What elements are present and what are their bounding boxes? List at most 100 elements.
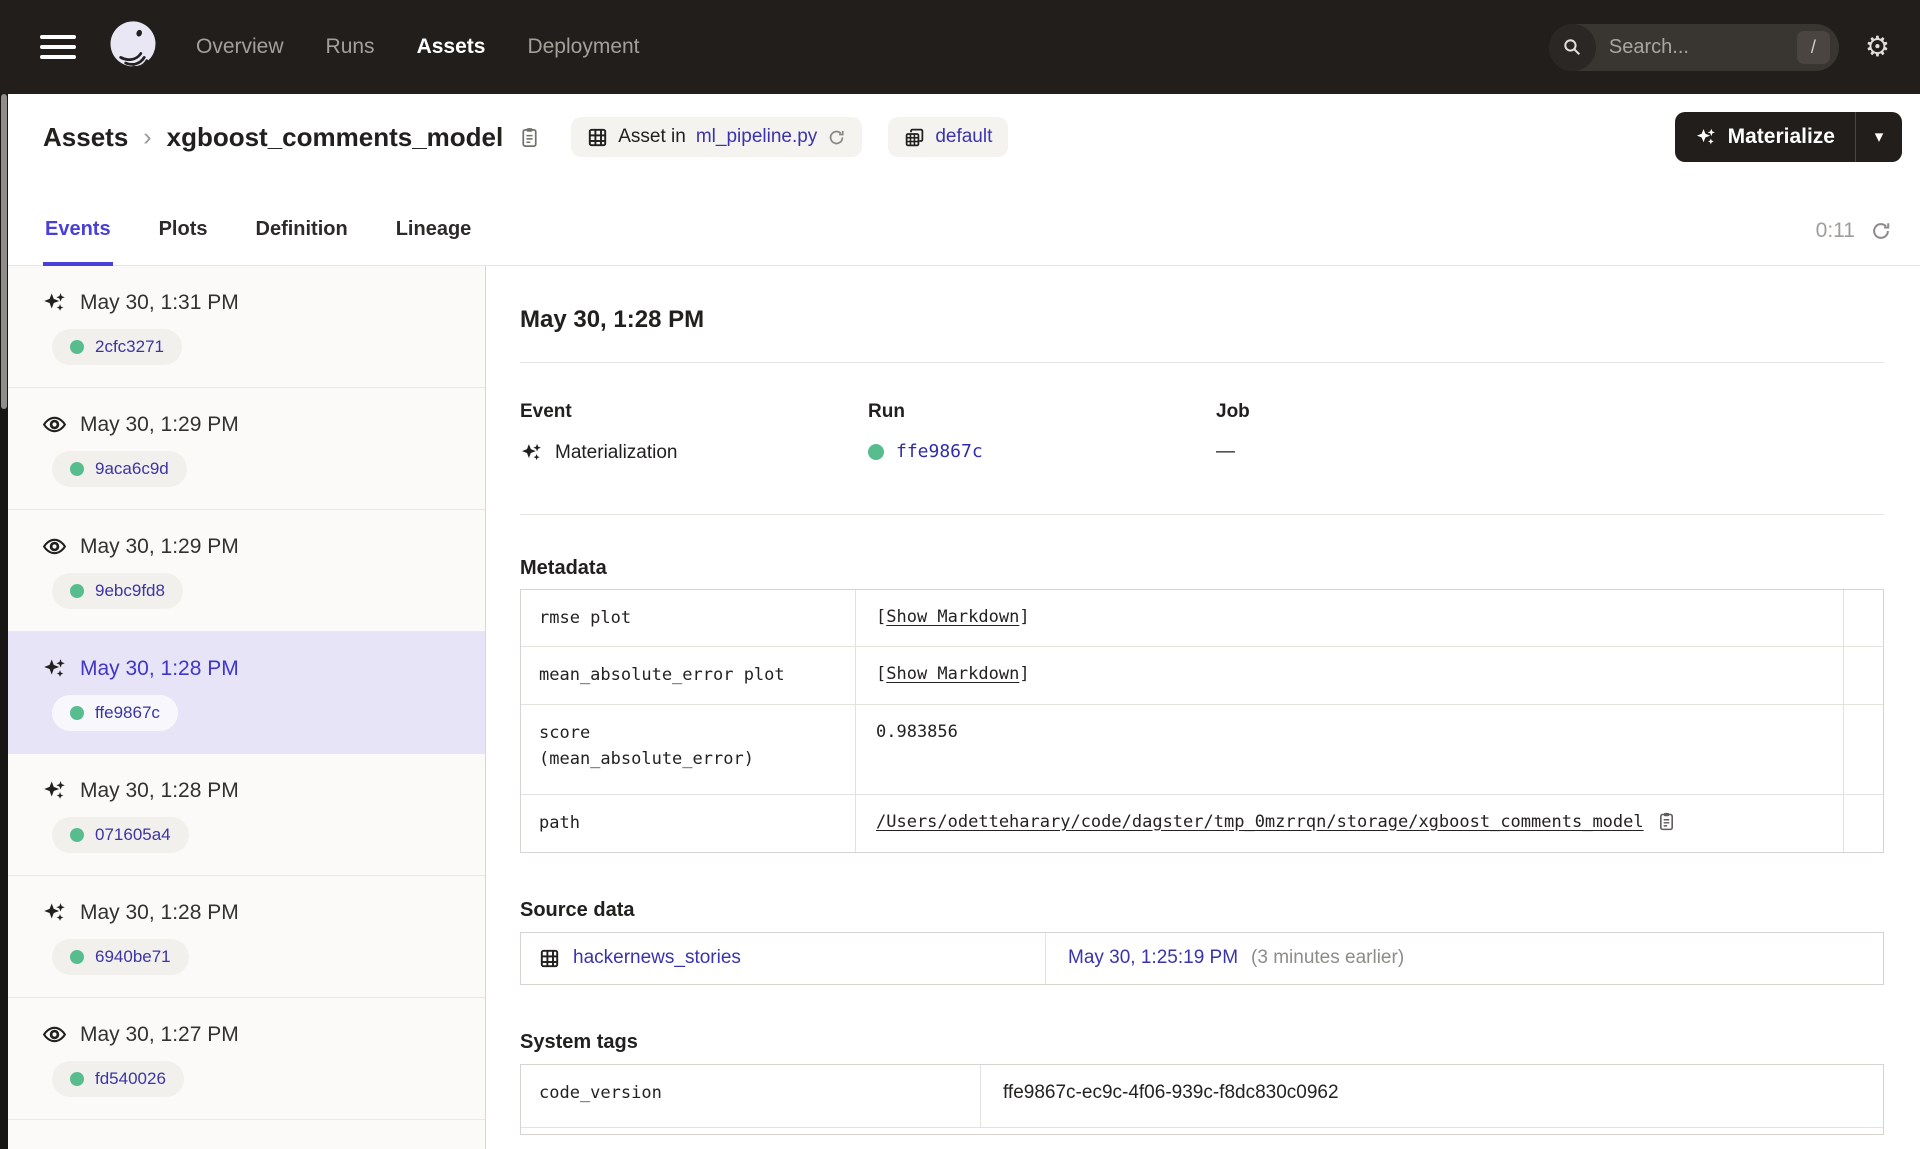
source-data-heading: Source data <box>520 898 635 921</box>
copy-asset-name-icon[interactable] <box>518 126 541 149</box>
storage-path-link[interactable]: /Users/odetteharary/code/dagster/tmp_0mz… <box>876 810 1644 835</box>
auto-refresh-timer: 0:11 <box>1815 219 1855 242</box>
show-markdown-link[interactable]: Show Markdown <box>886 664 1019 684</box>
metadata-key: mean_absolute_error plot <box>521 647 856 704</box>
nav-item-deployment[interactable]: Deployment <box>527 35 639 59</box>
metadata-score-value: 0.983856 <box>876 721 958 742</box>
nav-item-runs[interactable]: Runs <box>326 35 375 59</box>
tab-plots[interactable]: Plots <box>157 218 210 266</box>
event-summary-grid: Event Materialization Run ffe9867c Job — <box>520 401 1884 464</box>
materialize-button[interactable]: Materialize <box>1675 125 1855 149</box>
metadata-key: rmse plot <box>521 590 856 647</box>
asset-in-label: Asset in <box>618 126 686 147</box>
source-materialized-time-link[interactable]: May 30, 1:25:19 PM <box>1068 947 1238 969</box>
sparkle-icon <box>1695 126 1717 148</box>
reload-location-icon[interactable] <box>827 128 846 147</box>
tab-events[interactable]: Events <box>43 218 113 266</box>
run-id-badge[interactable]: fd540026 <box>52 1061 184 1097</box>
gear-icon[interactable]: ⚙ <box>1865 33 1890 61</box>
asset-location-badge: Asset in ml_pipeline.py <box>571 117 863 157</box>
event-timestamp-title: May 30, 1:28 PM <box>520 306 705 333</box>
table-row: path /Users/odetteharary/code/dagster/tm… <box>521 794 1883 852</box>
materialize-split-button: Materialize ▾ <box>1674 112 1902 162</box>
run-status-dot <box>70 462 84 476</box>
run-status-dot <box>868 443 884 460</box>
event-list-item[interactable]: May 30, 1:29 PM 9aca6c9d <box>8 388 485 510</box>
nav-item-assets[interactable]: Assets <box>417 35 486 59</box>
run-status-dot <box>70 340 84 354</box>
event-column-label: Event <box>520 401 572 422</box>
run-id-badge[interactable]: ffe9867c <box>52 695 178 731</box>
materialization-icon <box>42 290 67 315</box>
event-list-item-selected[interactable]: May 30, 1:28 PM ffe9867c <box>8 632 485 754</box>
search-icon <box>1548 23 1596 71</box>
metadata-heading: Metadata <box>520 557 607 579</box>
materialization-icon <box>42 900 67 925</box>
search-placeholder: Search... <box>1608 35 1689 58</box>
asset-file-link[interactable]: ml_pipeline.py <box>696 126 817 148</box>
system-tags-heading: System tags <box>520 1030 638 1053</box>
run-column-label: Run <box>868 401 905 422</box>
job-value: — <box>1216 441 1235 462</box>
breadcrumb-separator: › <box>143 122 152 151</box>
table-row: score (mean_absolute_error) 0.983856 <box>521 704 1883 795</box>
system-tag-key: code_version <box>521 1064 981 1127</box>
materialization-icon <box>42 656 67 681</box>
event-detail-panel: May 30, 1:28 PM Event Materialization Ru… <box>487 266 1920 1149</box>
event-list-item[interactable]: May 30, 1:28 PM 6940be71 <box>8 876 485 998</box>
observation-icon <box>42 1022 67 1047</box>
event-list-item[interactable]: May 30, 1:29 PM 9ebc9fd8 <box>8 510 485 632</box>
run-id-badge[interactable]: 9aca6c9d <box>52 451 187 487</box>
source-asset-link[interactable]: hackernews_stories <box>573 947 741 969</box>
page-scrollbar[interactable] <box>0 94 8 1149</box>
run-id-badge[interactable]: 6940be71 <box>52 939 189 975</box>
metadata-key: score (mean_absolute_error) <box>521 704 856 794</box>
page-title: xgboost_comments_model <box>166 121 504 152</box>
run-status-dot <box>70 828 84 842</box>
scrollbar-thumb[interactable] <box>1 94 7 409</box>
search-shortcut-key: / <box>1796 30 1830 64</box>
event-list: May 30, 1:31 PM 2cfc3271 May 30, 1:29 PM… <box>8 266 486 1149</box>
job-column-label: Job <box>1216 401 1250 422</box>
asset-table-icon <box>539 948 560 969</box>
metadata-table: rmse plot [Show Markdown] mean_absolute_… <box>520 589 1884 853</box>
event-type-value: Materialization <box>555 441 678 463</box>
dagster-logo[interactable] <box>106 18 160 77</box>
table-row: rmse plot [Show Markdown] <box>521 590 1883 648</box>
primary-nav: Overview Runs Assets Deployment <box>196 35 640 59</box>
materialize-dropdown-caret[interactable]: ▾ <box>1856 127 1902 147</box>
top-nav-bar: Overview Runs Assets Deployment Search..… <box>0 0 1920 94</box>
source-data-table: hackernews_stories May 30, 1:25:19 PM (3… <box>520 931 1884 985</box>
tab-lineage[interactable]: Lineage <box>394 218 474 266</box>
run-id-badge[interactable]: 071605a4 <box>52 817 189 853</box>
observation-icon <box>42 412 67 437</box>
show-markdown-link[interactable]: Show Markdown <box>886 607 1019 627</box>
source-relative-time: (3 minutes earlier) <box>1251 947 1405 969</box>
event-list-item[interactable]: May 30, 1:27 PM fd540026 <box>8 998 485 1120</box>
search-input[interactable]: Search... / <box>1548 23 1839 71</box>
metadata-key: path <box>521 794 856 852</box>
event-list-item[interactable]: May 30, 1:28 PM 071605a4 <box>8 754 485 876</box>
run-status-dot <box>70 950 84 964</box>
observation-icon <box>42 534 67 559</box>
hamburger-menu-icon[interactable] <box>40 35 76 59</box>
code-location-link[interactable]: default <box>935 126 992 148</box>
copy-path-icon[interactable] <box>1656 811 1677 832</box>
run-id-link[interactable]: ffe9867c <box>896 441 983 462</box>
run-status-dot <box>70 584 84 598</box>
breadcrumb-assets-link[interactable]: Assets <box>43 122 128 153</box>
system-tag-value: ffe9867c-ec9c-4f06-939c-f8dc830c0962 <box>1003 1081 1339 1103</box>
table-row <box>521 1128 1883 1134</box>
repo-icon <box>904 127 925 148</box>
run-status-dot <box>70 1072 84 1086</box>
run-status-dot <box>70 706 84 720</box>
run-id-badge[interactable]: 9ebc9fd8 <box>52 573 183 609</box>
table-row: mean_absolute_error plot [Show Markdown] <box>521 647 1883 705</box>
run-id-badge[interactable]: 2cfc3271 <box>52 329 182 365</box>
nav-item-overview[interactable]: Overview <box>196 35 284 59</box>
refresh-icon[interactable] <box>1870 220 1892 242</box>
code-location-badge: default <box>888 117 1009 157</box>
tab-definition[interactable]: Definition <box>254 218 350 266</box>
asset-header-row: Assets › xgboost_comments_model Asset in… <box>0 94 1920 180</box>
event-list-item[interactable]: May 30, 1:31 PM 2cfc3271 <box>8 266 485 388</box>
